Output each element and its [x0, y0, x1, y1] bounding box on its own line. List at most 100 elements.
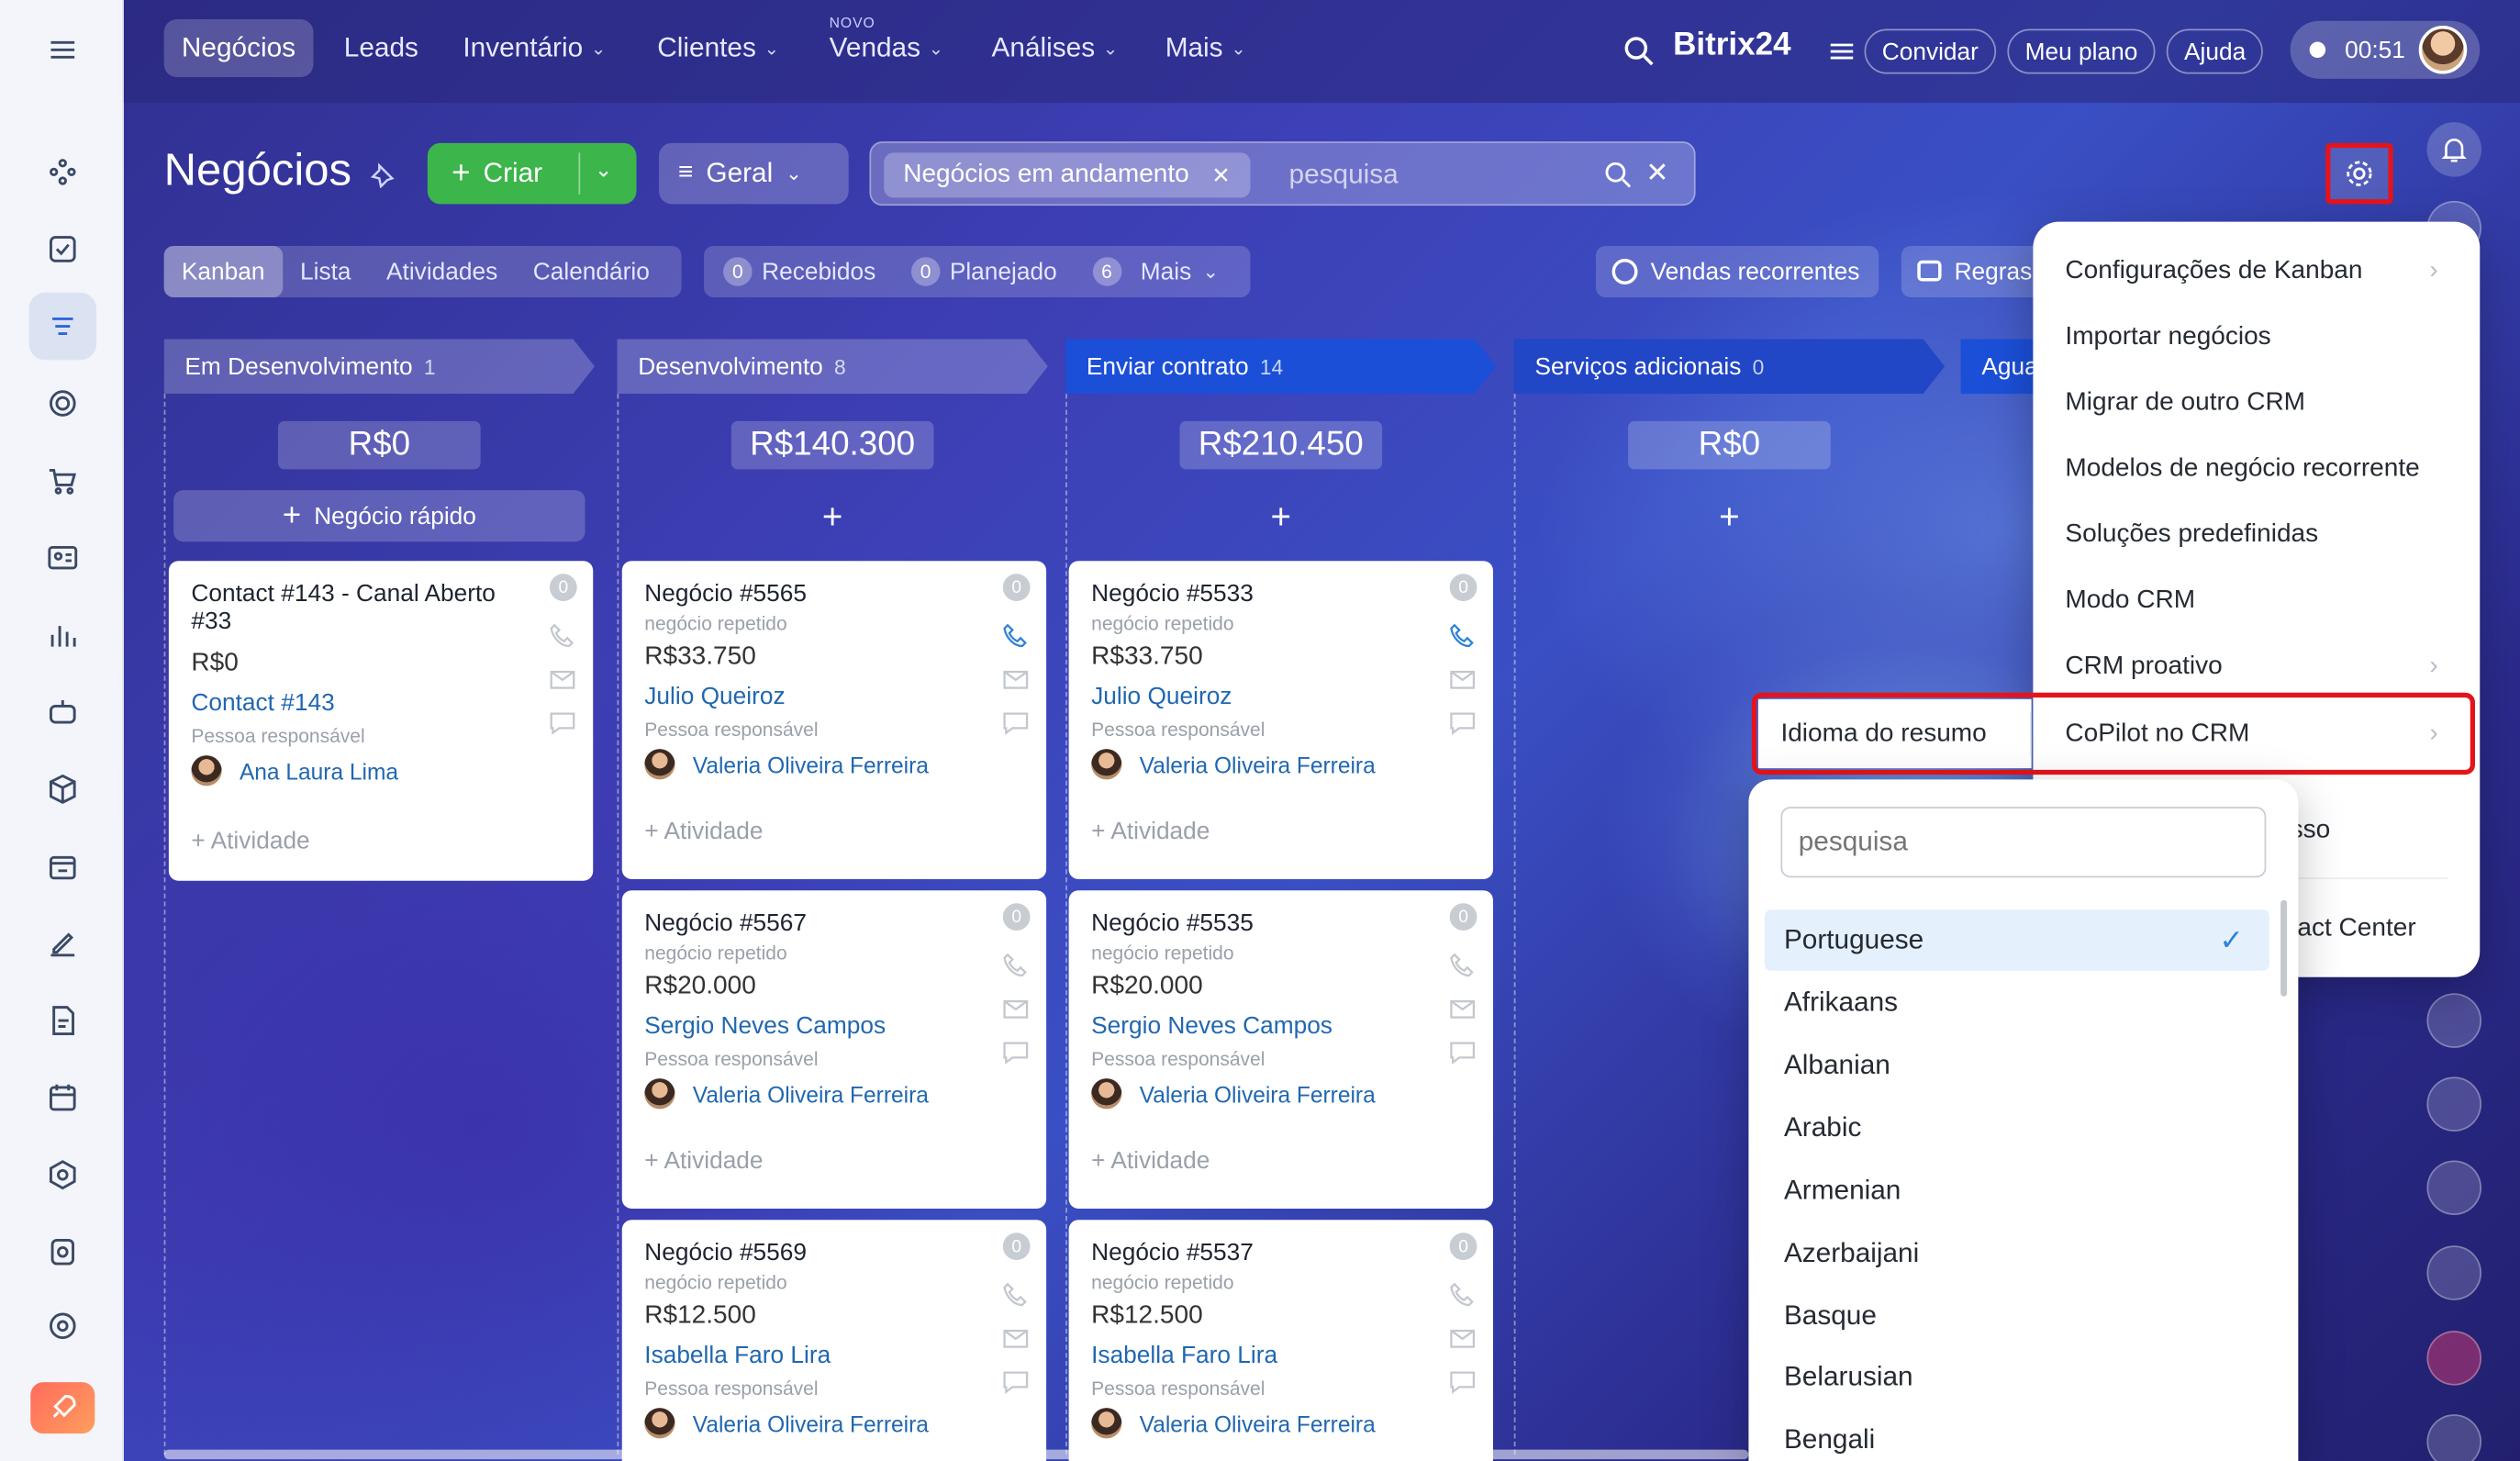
search-input[interactable]: pesquisa [1289, 159, 1399, 191]
mail-icon[interactable] [1001, 665, 1031, 695]
mail-icon[interactable] [1448, 665, 1477, 695]
invite-button[interactable]: Convidar [1864, 28, 1997, 74]
deal-title[interactable]: Negócio #5535 [1091, 909, 1437, 937]
mail-icon[interactable] [1448, 1324, 1477, 1354]
responsible-person[interactable]: Valeria Oliveira Ferreira [1091, 749, 1470, 780]
tab-kanban[interactable]: Kanban [163, 245, 283, 297]
deal-title[interactable]: Negócio #5567 [644, 909, 990, 937]
language-option[interactable]: Arabic [1765, 1098, 2269, 1159]
nav-item-vendas[interactable]: Vendas ⌄ [811, 19, 961, 77]
phone-icon[interactable] [1448, 622, 1477, 652]
category-select[interactable]: ≡ Geral ⌄ [659, 142, 849, 205]
contacts-icon[interactable] [29, 524, 97, 592]
tab-calendario[interactable]: Calendário [516, 246, 668, 297]
scrollbar[interactable] [2280, 899, 2288, 997]
menu-item-recurring-templates[interactable]: Modelos de negócio recorrente [2033, 436, 2480, 502]
phone-icon[interactable] [1448, 1281, 1477, 1310]
column-header[interactable]: Em Desenvolvimento 1 [163, 339, 595, 395]
mail-icon[interactable] [1448, 995, 1477, 1024]
language-option[interactable]: Albanian [1765, 1035, 2269, 1097]
chat-icon[interactable] [1448, 708, 1477, 738]
plan-button[interactable]: Meu plano [2007, 28, 2156, 74]
horizontal-scrollbar[interactable] [163, 1449, 1749, 1460]
summary-language-item[interactable]: Idioma do resumo [1757, 698, 2032, 769]
rocket-icon[interactable] [30, 1382, 95, 1434]
nav-item-negocios[interactable]: Negócios [163, 19, 314, 78]
nav-item-inventario[interactable]: Inventário ⌄ [445, 19, 623, 77]
user-avatar[interactable] [2426, 1076, 2482, 1132]
deal-title[interactable]: Negócio #5569 [644, 1239, 990, 1266]
column-header[interactable]: Desenvolvimento 8 [617, 339, 1048, 395]
contact-link[interactable]: Isabella Faro Lira [1091, 1342, 1470, 1369]
responsible-person[interactable]: Valeria Oliveira Ferreira [1091, 1408, 1470, 1439]
deal-card[interactable]: Contact #143 - Canal Aberto #33 R$0 Cont… [168, 561, 594, 881]
column-header[interactable]: Enviar contrato 14 [1065, 339, 1497, 395]
column-header[interactable]: Serviços adicionais 0 [1513, 339, 1946, 395]
analytics-icon[interactable] [29, 601, 97, 669]
feed-icon[interactable] [29, 139, 97, 206]
filter-search-box[interactable]: Negócios em andamento ✕ pesquisa ✕ [869, 141, 1696, 206]
deal-title[interactable]: Contact #143 - Canal Aberto #33 [191, 580, 537, 635]
copilot-icon[interactable] [2426, 993, 2482, 1048]
responsible-person[interactable]: Valeria Oliveira Ferreira [644, 1408, 1023, 1439]
contact-link[interactable]: Julio Queiroz [644, 683, 1023, 710]
add-deal-button[interactable]: + [1065, 492, 1496, 543]
close-icon[interactable]: ✕ [1211, 162, 1231, 189]
help-button[interactable]: Ajuda [2166, 28, 2264, 74]
contact-link[interactable]: Sergio Neves Campos [644, 1012, 1023, 1040]
clear-icon[interactable]: ✕ [1645, 158, 1668, 190]
menu-icon[interactable] [29, 17, 97, 84]
target-icon[interactable] [29, 370, 97, 438]
hexagon-icon[interactable] [29, 1141, 97, 1209]
chat-icon[interactable] [548, 708, 577, 738]
menu-item-proactive-crm[interactable]: CRM proativo › [2033, 633, 2480, 699]
add-deal-button[interactable]: + [617, 492, 1047, 543]
nav-item-analises[interactable]: Análises ⌄ [974, 19, 1135, 77]
settings-icon[interactable] [29, 1292, 97, 1360]
nav-item-leads[interactable]: Leads [327, 19, 437, 77]
contact-link[interactable]: Contact #143 [191, 689, 570, 717]
menu-item-import[interactable]: Importar negócios [2033, 304, 2480, 370]
language-option-portuguese[interactable]: Portuguese ✓ [1764, 909, 2269, 971]
deal-card[interactable]: Negócio #5567 negócio repetido R$20.000 … [621, 890, 1047, 1209]
add-activity-button[interactable]: + Atividade [1091, 818, 1470, 845]
search-icon[interactable] [1604, 161, 1634, 190]
call-icon[interactable] [2426, 1414, 2482, 1461]
calendar-icon[interactable] [29, 1064, 97, 1132]
deal-card[interactable]: Negócio #5535 negócio repetido R$20.000 … [1068, 890, 1493, 1209]
box-icon[interactable] [29, 755, 97, 823]
language-option[interactable]: Azerbaijani [1765, 1223, 2269, 1285]
store-icon[interactable] [29, 832, 97, 900]
calendar-icon[interactable] [2426, 1245, 2482, 1300]
language-option[interactable]: Afrikaans [1765, 973, 2269, 1034]
contact-link[interactable]: Sergio Neves Campos [1091, 1012, 1470, 1040]
document-icon[interactable] [29, 987, 97, 1054]
menu-item-kanban-settings[interactable]: Configurações de Kanban › [2033, 238, 2480, 304]
robot-icon[interactable] [29, 678, 97, 746]
settings-gear-button[interactable] [2325, 142, 2393, 205]
contact-link[interactable]: Isabella Faro Lira [644, 1342, 1023, 1369]
deal-card[interactable]: Negócio #5533 negócio repetido R$33.750 … [1068, 561, 1493, 879]
responsible-person[interactable]: Valeria Oliveira Ferreira [644, 749, 1023, 780]
chat-icon[interactable] [1001, 1038, 1031, 1067]
tasks-icon[interactable] [29, 216, 97, 284]
copilot-icon[interactable] [2426, 1160, 2482, 1215]
chevron-down-icon[interactable]: ⌄ [595, 158, 612, 184]
add-deal-button[interactable]: + [1514, 492, 1945, 543]
chat-icon[interactable] [1448, 1038, 1477, 1067]
counter-planejado[interactable]: 0 Planejado [910, 257, 1057, 286]
chat-icon[interactable] [1448, 1367, 1477, 1397]
phone-icon[interactable] [1001, 952, 1031, 981]
deal-card[interactable]: Negócio #5565 negócio repetido R$33.750 … [621, 561, 1047, 879]
menu-item-solutions[interactable]: Soluções predefinidas [2033, 501, 2480, 567]
phone-icon[interactable] [1448, 952, 1477, 981]
language-option[interactable]: Belarusian [1765, 1347, 2269, 1409]
language-option[interactable]: Armenian [1765, 1160, 2269, 1221]
deal-title[interactable]: Negócio #5537 [1091, 1239, 1437, 1266]
language-option[interactable]: Basque [1765, 1286, 2269, 1347]
responsible-person[interactable]: Valeria Oliveira Ferreira [644, 1078, 1023, 1110]
phone-icon[interactable] [1001, 622, 1031, 652]
mail-icon[interactable] [548, 665, 577, 695]
add-activity-button[interactable]: + Atividade [644, 818, 1023, 845]
recurring-sales-button[interactable]: Vendas recorrentes [1596, 245, 1879, 297]
